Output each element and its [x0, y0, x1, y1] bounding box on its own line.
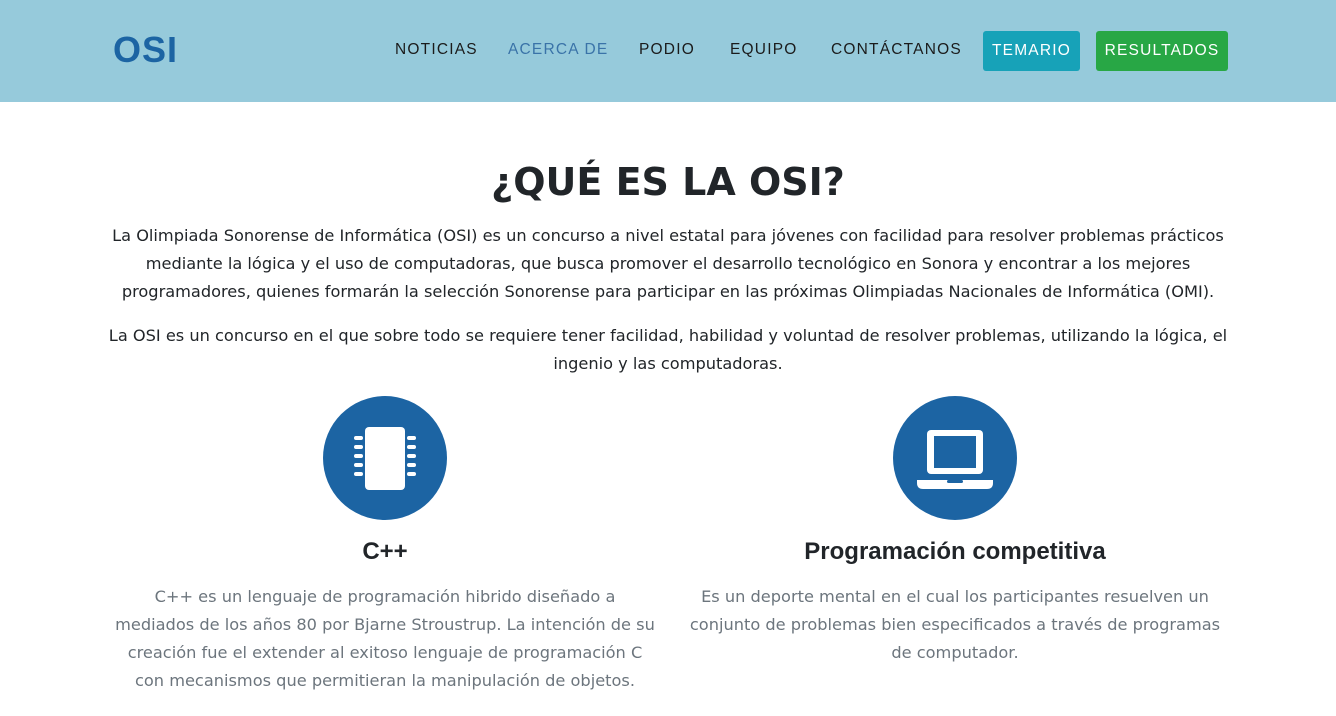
feature-text-programacion: Es un deporte mental en el cual los part…	[689, 587, 1221, 662]
temario-button[interactable]: TEMARIO	[983, 31, 1080, 71]
feature-text-cpp: C++ es un lenguaje de programación hibri…	[115, 587, 655, 690]
nav-link-equipo[interactable]: EQUIPO	[730, 40, 798, 60]
microchip-icon	[354, 427, 416, 490]
nav-link-contactanos[interactable]: CONTÁCTANOS	[831, 40, 962, 60]
nav-link-noticias[interactable]: NOTICIAS	[395, 40, 478, 60]
about-paragraph-1: La Olimpiada Sonorense de Informática (O…	[112, 226, 1224, 301]
feature-title-programacion: Programación competitiva	[804, 538, 1106, 565]
microchip-icon-circle	[323, 396, 447, 520]
nav-link-acerca-de[interactable]: ACERCA DE	[508, 40, 608, 60]
navbar: OSI NOTICIAS ACERCA DE PODIO EQUIPO CONT…	[0, 0, 1336, 102]
about-paragraph-2: La OSI es un concurso en el que sobre to…	[108, 326, 1228, 373]
page-title: ¿QUÉ ES LA OSI?	[491, 160, 845, 204]
feature-title-cpp: C++	[362, 538, 408, 565]
resultados-button[interactable]: RESULTADOS	[1096, 31, 1228, 71]
laptop-icon	[917, 430, 993, 489]
nav-link-podio[interactable]: PODIO	[639, 40, 695, 60]
brand-logo[interactable]: OSI	[113, 29, 178, 71]
laptop-icon-circle	[893, 396, 1017, 520]
